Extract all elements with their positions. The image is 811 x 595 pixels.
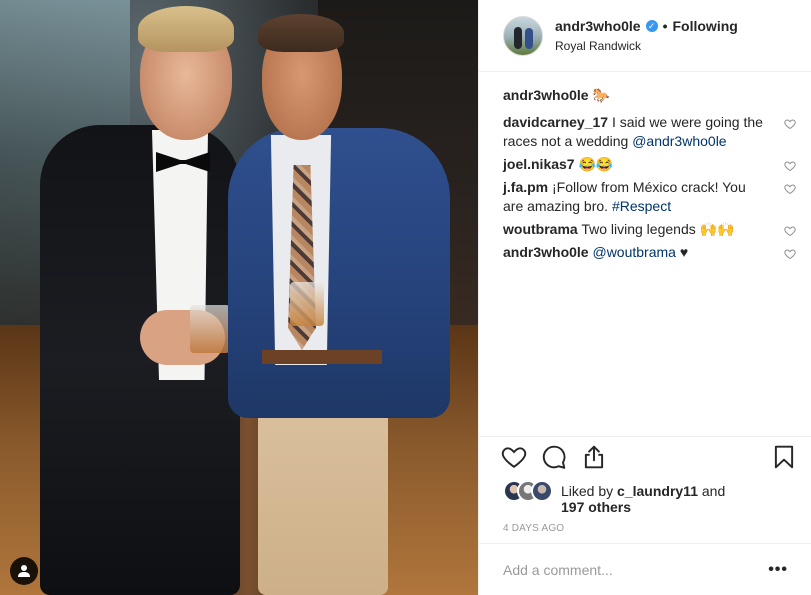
add-comment-bar: •••: [479, 543, 811, 595]
comment-text: 😂😂: [578, 156, 614, 172]
author-username-link[interactable]: andr3who0le: [555, 17, 641, 35]
avatar-figure-2: [525, 27, 533, 49]
comment-hashtag-link[interactable]: #Respect: [612, 198, 671, 214]
post-photo[interactable]: [0, 0, 478, 595]
share-icon[interactable]: [581, 444, 607, 470]
author-avatar[interactable]: [503, 15, 543, 56]
comment-username-link[interactable]: woutbrama: [503, 221, 578, 237]
person-right-glass: [290, 282, 324, 326]
comment-item: joel.nikas7 😂😂: [503, 155, 796, 174]
comment-mention-link[interactable]: @woutbrama: [592, 244, 675, 260]
comment-like-heart-icon[interactable]: [784, 225, 796, 237]
tagged-user-icon[interactable]: [10, 557, 38, 585]
location-link[interactable]: Royal Randwick: [555, 38, 738, 54]
dot-separator: •: [662, 18, 668, 34]
post-actions-bar: [501, 444, 797, 472]
bookmark-save-icon[interactable]: [771, 444, 797, 470]
comment-like-heart-icon[interactable]: [784, 248, 796, 260]
add-comment-input[interactable]: [503, 561, 753, 578]
comments-list: andr3who0le 🐎 davidcarney_17 I said we w…: [479, 86, 811, 436]
person-left-hair: [138, 6, 234, 52]
avatar-figure-1: [514, 26, 522, 49]
person-right-blazer: [228, 128, 450, 418]
comment-username-link[interactable]: andr3who0le: [503, 244, 589, 260]
comment-bubble-icon[interactable]: [541, 444, 567, 470]
post-sidebar: andr3who0le ✓ • Following Royal Randwick…: [478, 0, 811, 595]
post-timestamp[interactable]: 4 DAYS AGO: [503, 523, 564, 534]
comment-item: davidcarney_17 I said we were going the …: [503, 113, 796, 151]
header-row: andr3who0le ✓ • Following: [555, 17, 738, 35]
liker-username-link[interactable]: c_laundry11: [617, 483, 698, 499]
like-heart-icon[interactable]: [501, 444, 527, 470]
divider: [479, 436, 811, 437]
more-options-button[interactable]: •••: [768, 562, 788, 578]
comment-username-link[interactable]: davidcarney_17: [503, 114, 608, 130]
post-caption: andr3who0le 🐎: [503, 86, 796, 104]
likes-others-link[interactable]: 197 others: [561, 498, 631, 516]
comment-mention-link[interactable]: @andr3who0le: [632, 133, 726, 149]
liker-avatar: [531, 480, 553, 502]
person-right-hair: [258, 14, 344, 52]
person-left-glass: [190, 305, 230, 353]
header-text: andr3who0le ✓ • Following Royal Randwick: [555, 17, 738, 54]
liker-avatars[interactable]: [503, 480, 557, 502]
comment-item: andr3who0le @woutbrama ♥: [503, 243, 796, 262]
comment-username-link[interactable]: joel.nikas7: [503, 156, 575, 172]
caption-username-link[interactable]: andr3who0le: [503, 87, 589, 103]
caption-text: 🐎: [592, 87, 610, 103]
likes-prefix: Liked by: [561, 483, 618, 499]
comment-like-heart-icon[interactable]: [784, 160, 796, 172]
comment-text: Two living legends 🙌🙌: [581, 221, 735, 237]
comment-like-heart-icon[interactable]: [784, 183, 796, 195]
comment-suffix: ♥: [675, 244, 689, 260]
person-right-belt: [262, 350, 382, 364]
post-header: andr3who0le ✓ • Following Royal Randwick: [479, 0, 811, 72]
verified-badge-icon: ✓: [645, 20, 658, 32]
comment-username-link[interactable]: j.fa.pm: [503, 179, 548, 195]
following-button[interactable]: Following: [673, 17, 738, 35]
person-silhouette-icon: [18, 565, 30, 577]
likes-connector: and: [697, 483, 726, 499]
comment-item: woutbrama Two living legends 🙌🙌: [503, 220, 796, 239]
comment-like-heart-icon[interactable]: [784, 118, 796, 130]
comment-item: j.fa.pm ¡Follow from México crack! You a…: [503, 178, 796, 216]
